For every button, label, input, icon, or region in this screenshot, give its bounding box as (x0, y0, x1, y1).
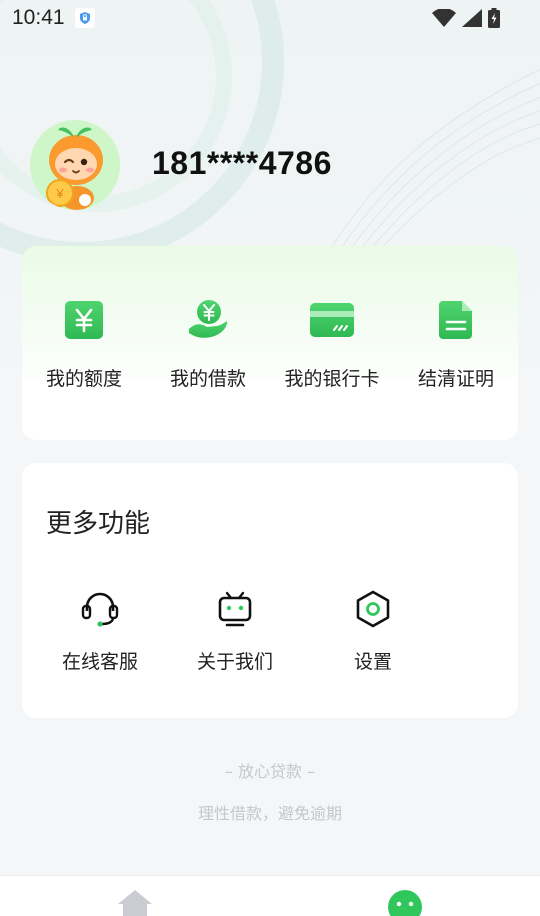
more-item-about-us[interactable]: 关于我们 (192, 587, 278, 674)
quick-action-my-loans[interactable]: 我的借款 (146, 298, 270, 391)
status-time: 10:41 (12, 6, 65, 29)
user-phone: 181****4786 (152, 145, 332, 181)
more-features-title: 更多功能 (46, 509, 151, 539)
status-bar: 10:41 (0, 0, 540, 36)
svg-text:¥: ¥ (55, 186, 64, 201)
bank-card-icon (308, 298, 356, 342)
yuan-hand-icon (184, 298, 232, 342)
tv-robot-icon (213, 587, 257, 631)
battery-charging-icon (488, 8, 500, 32)
footer-tip: 理性借款，避免逾期 (197, 804, 342, 823)
yuan-tile-icon (60, 298, 108, 342)
more-item-label: 设置 (353, 651, 392, 673)
orange-mascot-icon: ¥ (30, 120, 120, 210)
quick-action-label: 我的银行卡 (284, 368, 380, 390)
tab-home[interactable] (116, 888, 154, 916)
more-features-card: 更多功能 在线客服 关于我们 设置 (22, 463, 518, 718)
quick-action-credit-limit[interactable]: 我的额度 (22, 298, 146, 391)
quick-action-settlement-proof[interactable]: 结清证明 (394, 298, 518, 391)
more-item-label: 在线客服 (61, 651, 138, 673)
more-item-label: 关于我们 (196, 651, 273, 673)
quick-actions-card: 我的额度 我的借款 我的银行卡 结清证明 (22, 246, 518, 440)
hexagon-gear-icon (351, 587, 395, 631)
quick-action-label: 我的借款 (169, 368, 246, 390)
document-icon (432, 298, 480, 342)
bottom-tab-bar (0, 875, 540, 916)
avatar[interactable]: ¥ (30, 120, 120, 210)
shield-icon (75, 8, 95, 28)
headset-icon (78, 587, 122, 631)
tab-profile[interactable] (386, 888, 424, 916)
more-item-online-service[interactable]: 在线客服 (57, 587, 143, 674)
quick-action-label: 结清证明 (417, 368, 494, 390)
quick-action-bank-card[interactable]: 我的银行卡 (270, 298, 394, 391)
quick-action-label: 我的额度 (45, 368, 122, 390)
wifi-icon (432, 8, 456, 31)
more-item-settings[interactable]: 设置 (330, 587, 416, 674)
signal-icon (462, 9, 482, 31)
footer-slogan: – 放心贷款 – (224, 762, 316, 781)
